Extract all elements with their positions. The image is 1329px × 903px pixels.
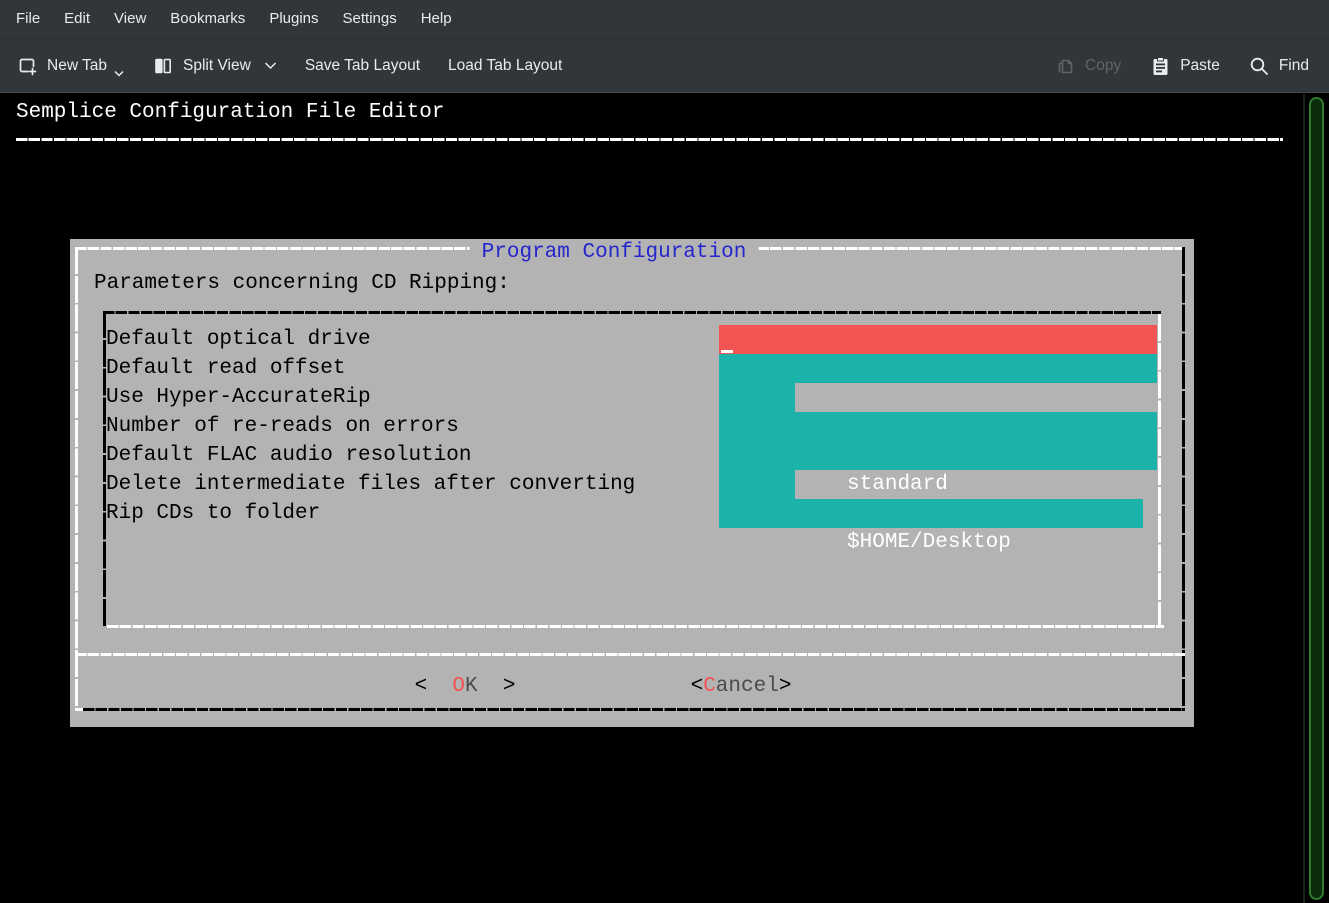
save-tab-layout-button[interactable]: Save Tab Layout (305, 57, 420, 75)
find-label: Find (1279, 57, 1309, 75)
field-input-rip-cds-to-folder[interactable]: $HOME/Desktop (719, 499, 1143, 528)
field-input-number-of-re-reads[interactable]: 40 (719, 412, 1157, 441)
menu-file[interactable]: File (4, 0, 52, 38)
dialog-border-bottom (83, 708, 1185, 711)
new-tab-chevron-down-icon[interactable] (114, 70, 124, 77)
tui-app-title: Semplice Configuration File Editor (16, 98, 444, 127)
load-tab-layout-label: Load Tab Layout (448, 57, 562, 75)
menu-help[interactable]: Help (409, 0, 464, 38)
menu-plugins[interactable]: Plugins (257, 0, 330, 38)
new-tab-icon (16, 55, 38, 77)
form-box-border-top (103, 311, 1161, 314)
cancel-button[interactable]: <Cancel> (691, 672, 792, 701)
paste-icon (1149, 55, 1171, 77)
dialog-border-corner (75, 708, 83, 711)
paste-label: Paste (1180, 57, 1220, 75)
program-configuration-dialog: Program Configuration Parameters concern… (70, 239, 1194, 727)
split-view-icon (152, 55, 174, 77)
menu-bookmarks[interactable]: Bookmarks (158, 0, 257, 38)
field-label-number-of-re-reads: Number of re-reads on errors (106, 412, 459, 441)
field-label-delete-intermediate-files: Delete intermediate files after converti… (106, 470, 635, 499)
form-row: Default FLAC audio resolution standard (70, 441, 1194, 470)
form-row: Rip CDs to folder $HOME/Desktop (70, 499, 1194, 528)
new-tab-button[interactable]: New Tab (16, 54, 124, 77)
text-cursor (721, 350, 733, 353)
form-box-border-bottom (107, 625, 1164, 628)
ok-button[interactable]: < OK > (415, 672, 516, 701)
terminal-view[interactable]: Semplice Configuration File Editor Progr… (0, 94, 1329, 903)
field-label-flac-audio-resolution: Default FLAC audio resolution (106, 441, 471, 470)
split-view-label: Split View (183, 57, 251, 75)
menu-settings[interactable]: Settings (331, 0, 409, 38)
form-row: Default optical drive /dev/cdrom (70, 325, 1194, 354)
konsole-window: File Edit View Bookmarks Plugins Setting… (0, 0, 1329, 903)
new-tab-label: New Tab (47, 57, 107, 75)
tui-title-rule (16, 138, 1283, 141)
form-row: Delete intermediate files after converti… (70, 470, 1194, 499)
split-view-chevron-down-icon (264, 61, 277, 70)
split-view-button[interactable]: Split View (152, 55, 277, 77)
find-button[interactable]: Find (1248, 55, 1309, 77)
save-tab-layout-label: Save Tab Layout (305, 57, 420, 75)
field-input-flac-audio-resolution[interactable]: standard (719, 441, 1157, 470)
dialog-title: Program Configuration (470, 239, 759, 267)
field-input-use-hyper-accuraterip[interactable]: no (719, 383, 795, 412)
copy-label: Copy (1085, 57, 1121, 75)
scrollbar-handle[interactable] (1309, 97, 1324, 900)
field-input-default-read-offset[interactable] (719, 354, 1157, 383)
scrollbar-track-divider (1303, 94, 1305, 903)
copy-button[interactable]: Copy (1054, 55, 1121, 77)
form-row: Default read offset (70, 354, 1194, 383)
form-row: Number of re-reads on errors 40 (70, 412, 1194, 441)
field-input-delete-intermediate-files[interactable]: yes (719, 470, 795, 499)
field-label-default-optical-drive: Default optical drive (106, 325, 371, 354)
copy-icon (1054, 55, 1076, 77)
field-label-default-read-offset: Default read offset (106, 354, 345, 383)
menu-view[interactable]: View (102, 0, 158, 38)
field-input-default-optical-drive[interactable]: /dev/cdrom (719, 325, 1157, 354)
menu-edit[interactable]: Edit (52, 0, 102, 38)
field-label-rip-cds-to-folder: Rip CDs to folder (106, 499, 320, 528)
field-label-use-hyper-accuraterip: Use Hyper-AccurateRip (106, 383, 371, 412)
form-row: Use Hyper-AccurateRip no (70, 383, 1194, 412)
button-separator (75, 653, 1185, 656)
paste-button[interactable]: Paste (1149, 55, 1220, 77)
load-tab-layout-button[interactable]: Load Tab Layout (448, 57, 562, 75)
dialog-subtitle: Parameters concerning CD Ripping: (94, 269, 510, 298)
tool-bar: New Tab Split View Save Tab Layo (0, 39, 1329, 93)
search-icon (1248, 55, 1270, 77)
menu-bar: File Edit View Bookmarks Plugins Setting… (0, 0, 1329, 39)
